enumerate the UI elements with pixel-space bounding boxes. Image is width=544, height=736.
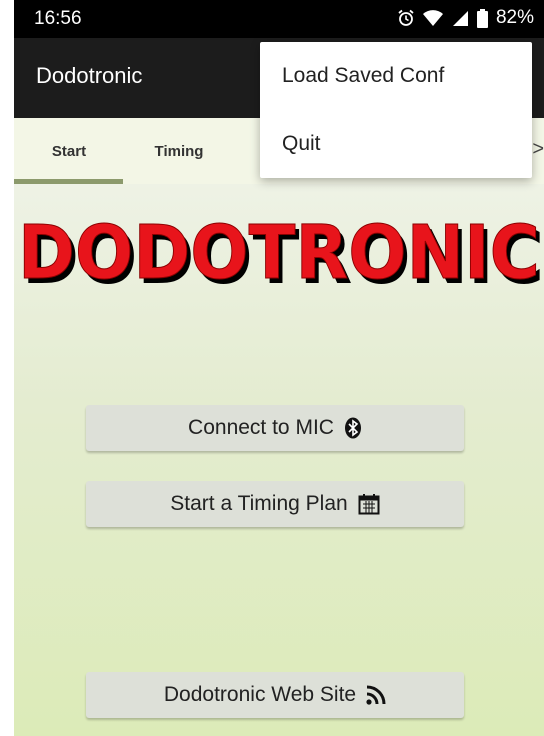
- battery-percent: 82%: [495, 7, 534, 28]
- website-button[interactable]: Dodotronic Web Site: [86, 672, 464, 718]
- start-timing-plan-button[interactable]: Start a Timing Plan: [86, 481, 464, 527]
- status-icons: 82%: [397, 7, 534, 29]
- wifi-icon: [422, 9, 443, 27]
- start-timing-plan-label: Start a Timing Plan: [170, 492, 348, 515]
- signal-icon: [451, 9, 469, 27]
- dodotronic-logo: DODOTRONIC DODOTRONIC: [18, 210, 544, 297]
- alarm-icon: [397, 9, 415, 27]
- tab-scroll-arrow[interactable]: >: [532, 138, 544, 161]
- bluetooth-icon: [344, 417, 362, 439]
- app-title: Dodotronic: [36, 63, 143, 88]
- menu-item-quit-label: Quit: [282, 132, 321, 155]
- menu-item-load-saved-conf[interactable]: Load Saved Conf: [260, 42, 532, 110]
- status-time: 16:56: [34, 8, 82, 29]
- tab-start-label: Start: [51, 142, 87, 160]
- website-label: Dodotronic Web Site: [163, 683, 357, 706]
- tab-timing[interactable]: Timing: [124, 118, 234, 184]
- tab-start[interactable]: Start: [14, 118, 124, 184]
- rss-icon: [366, 685, 386, 705]
- menu-item-load-label: Load Saved Conf: [282, 64, 445, 87]
- battery-icon: [476, 8, 488, 28]
- connect-mic-button[interactable]: Connect to MIC: [86, 405, 464, 451]
- logo-text: DODOTRONIC: [18, 210, 540, 296]
- tab-timing-label: Timing: [154, 142, 204, 160]
- calendar-icon: [358, 493, 380, 515]
- menu-item-quit[interactable]: Quit: [260, 110, 532, 178]
- connect-mic-label: Connect to MIC: [188, 416, 334, 439]
- status-bar: 16:56 82%: [14, 0, 544, 38]
- start-page: DODOTRONIC DODOTRONIC Connect to MIC Sta…: [14, 184, 544, 736]
- overflow-menu: Load Saved Conf Quit: [260, 42, 532, 178]
